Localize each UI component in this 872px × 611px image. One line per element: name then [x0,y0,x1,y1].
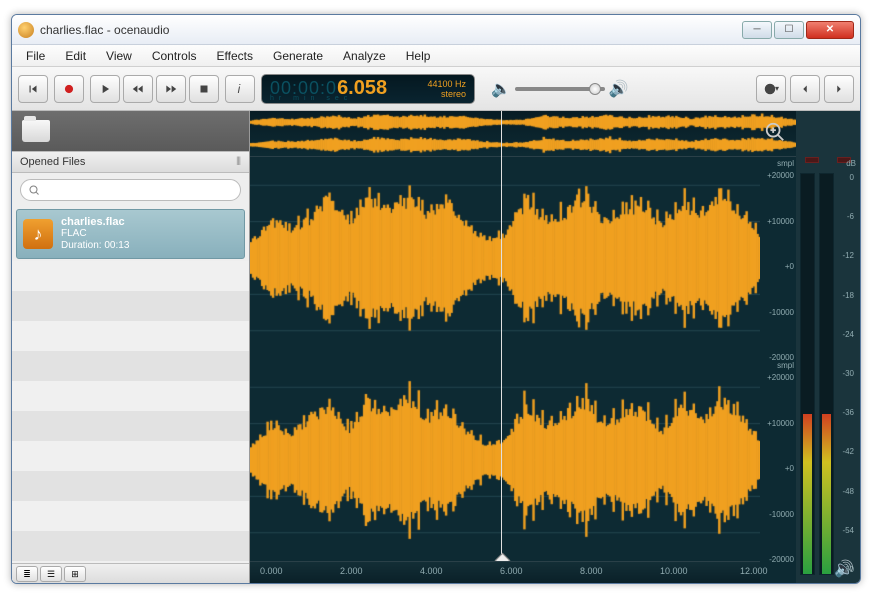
meter-left[interactable] [800,173,815,575]
view-list-button[interactable]: ≣ [16,566,38,582]
meter-right[interactable] [819,173,834,575]
menu-edit[interactable]: Edit [55,47,96,65]
stop-button[interactable] [189,75,219,103]
window-title: charlies.flac - ocenaudio [40,23,742,37]
samplerate-label: 44100 Hz [427,79,466,89]
menubar: File Edit View Controls Effects Generate… [12,45,860,67]
file-name: charlies.flac [61,216,129,228]
sidebar-header [12,111,249,151]
zoom-icon[interactable] [764,121,790,147]
svg-text:i: i [238,83,241,96]
folder-icon[interactable] [22,120,50,142]
application-window: charlies.flac - ocenaudio ─ ☐ ✕ File Edi… [11,14,861,584]
db-scale: dB 0-6-12-18-24-30-36-42-48-54-60 [838,173,856,575]
sidebar: Opened Files ⦀ ♪ charlies.flac FLAC Dura… [12,111,250,583]
waveform-area: smpl+20000+10000+0-10000-20000smpl+20000… [250,111,860,583]
menu-help[interactable]: Help [396,47,441,65]
history-button[interactable]: ▾ [756,75,786,103]
minimize-button[interactable]: ─ [742,21,772,39]
app-icon [18,22,34,38]
volume-slider[interactable] [515,87,605,91]
volume-low-icon: 🔈 [491,79,511,99]
menu-controls[interactable]: Controls [142,47,207,65]
speaker-icon[interactable]: 🔊 [834,559,854,579]
menu-analyze[interactable]: Analyze [333,47,396,65]
maximize-button[interactable]: ☐ [774,21,804,39]
sidebar-section-title: Opened Files ⦀ [12,151,249,173]
file-format: FLAC [61,228,129,240]
time-ruler[interactable]: 0.0002.0004.0006.0008.00010.00012.000 [250,561,760,583]
timecode-unit-labels: hr min sec [270,95,352,102]
waveform-channels[interactable] [250,157,760,561]
close-button[interactable]: ✕ [806,21,854,39]
menu-effects[interactable]: Effects [207,47,263,65]
level-meters: dB 0-6-12-18-24-30-36-42-48-54-60 🔊 [796,111,860,583]
record-button[interactable] [54,75,84,103]
music-note-icon: ♪ [23,219,53,249]
playhead[interactable] [501,111,502,561]
sidebar-footer: ≣ ☰ ⊞ [12,563,249,583]
file-list-empty-rows [12,261,249,563]
info-button[interactable]: i [225,75,255,103]
channels-label: stereo [427,89,466,99]
peak-left-icon [805,157,819,163]
goto-start-button[interactable] [18,75,48,103]
view-compact-button[interactable]: ☰ [40,566,62,582]
rewind-button[interactable] [123,75,153,103]
back-button[interactable] [790,75,820,103]
amplitude-ruler: smpl+20000+10000+0-10000-20000smpl+20000… [760,157,796,561]
waveform-overview[interactable] [250,111,796,157]
sidebar-search [12,173,249,207]
volume-thumb[interactable] [589,83,601,95]
titlebar[interactable]: charlies.flac - ocenaudio ─ ☐ ✕ [12,15,860,45]
forward-button[interactable] [156,75,186,103]
forward-nav-button[interactable] [824,75,854,103]
toolbar: i 00:00:0 6.058 hr min sec 44100 Hz ster… [12,67,860,111]
volume-control: 🔈 🔊 [491,79,629,99]
menu-view[interactable]: View [96,47,142,65]
file-duration: Duration: 00:13 [61,240,129,252]
file-list-item[interactable]: ♪ charlies.flac FLAC Duration: 00:13 [16,209,245,259]
search-input[interactable] [20,179,241,201]
play-button[interactable] [90,75,120,103]
volume-high-icon: 🔊 [609,79,629,99]
menu-file[interactable]: File [16,47,55,65]
time-display[interactable]: 00:00:0 6.058 hr min sec 44100 Hz stereo [261,74,475,104]
view-grid-button[interactable]: ⊞ [64,566,86,582]
grip-icon[interactable]: ⦀ [236,156,241,169]
menu-generate[interactable]: Generate [263,47,333,65]
